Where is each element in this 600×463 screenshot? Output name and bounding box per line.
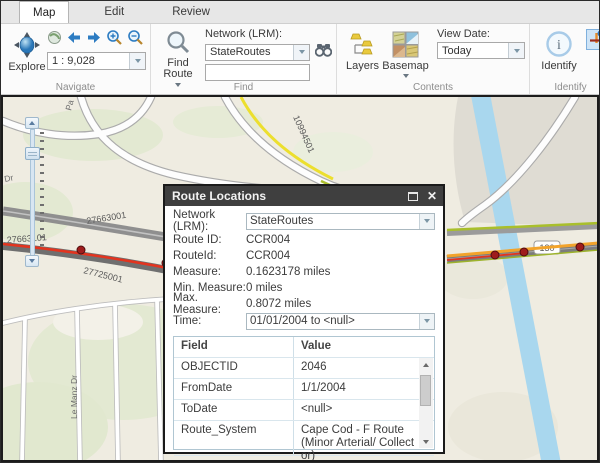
table-header-row: Field Value [174,337,434,358]
binoculars-icon[interactable] [315,42,332,62]
field-label-measure: Measure: [173,266,246,278]
tab-review[interactable]: Review [159,1,223,23]
network-combo-arrow[interactable] [419,214,434,229]
time-combo[interactable]: 01/01/2004 to <null> [246,313,435,330]
field-value-measure: 0.1623178 miles [246,266,435,278]
close-icon[interactable]: ✕ [427,191,437,201]
full-extent-icon[interactable] [47,30,62,50]
identify-button[interactable]: i Identify [540,30,578,72]
group-contents: Layers Basemap [337,24,530,94]
network-lrm-label: Network (LRM): [205,28,332,40]
explore-icon [13,31,41,62]
identify-route-locations-icon: i [588,29,600,51]
dialog-body: Network (LRM): StateRoutes Route ID: CCR… [165,206,443,454]
fixed-zoom-out-icon[interactable] [127,29,144,51]
identify-route-locations-button[interactable]: i [586,29,600,50]
svg-text:i: i [557,38,561,53]
field-value-max-measure: 0.8072 miles [246,298,435,310]
scrollbar-up-arrow[interactable] [419,358,433,371]
basemap-button[interactable]: Basemap [382,31,429,78]
table-scrollbar[interactable] [419,358,433,448]
table-row[interactable]: Route_System Cape Cod - F Route (Minor A… [174,421,434,456]
maximize-icon[interactable] [408,192,418,201]
scale-dropdown-arrow[interactable] [129,53,145,69]
basemap-icon [392,31,419,61]
attribute-table: Field Value OBJECTID 2046 FromDate 1/1/2… [173,336,435,450]
previous-extent-icon[interactable] [66,31,82,49]
street-label-partial-dr: Dr [3,172,14,184]
field-value-routeid: CCR004 [246,250,435,262]
layers-icon [349,31,376,61]
zoom-slider-up-button[interactable] [25,117,39,129]
next-extent-icon[interactable] [86,31,102,49]
column-header-value: Value [294,337,434,357]
route-locations-dialog: Route Locations ✕ Network (LRM): StateRo… [163,184,445,454]
field-label-route-id: Route ID: [173,234,246,246]
time-combo-arrow[interactable] [419,314,434,329]
group-navigate: Explore [1,24,151,94]
field-label-network: Network (LRM): [173,209,246,233]
find-route-icon [166,30,191,58]
field-value-min-measure: 0 miles [246,282,435,294]
tab-edit[interactable]: Edit [91,1,137,23]
tab-map[interactable]: Map [19,1,69,23]
map-scale-combo[interactable]: 1 : 9,028 [47,52,146,70]
zoom-slider-thumb[interactable] [25,147,40,160]
zoom-slider-down-button[interactable] [25,255,39,267]
table-row[interactable]: OBJECTID 2046 [174,358,434,379]
view-date-combo[interactable]: Today [437,42,525,59]
fixed-zoom-in-icon[interactable] [106,29,123,51]
app-window: Map Edit Review Explore [0,0,600,463]
explore-button[interactable]: Explore [7,31,47,73]
scrollbar-thumb[interactable] [420,375,431,406]
ribbon-tabstrip: Map Edit Review [1,1,599,24]
find-route-search-input[interactable] [205,64,310,81]
field-value-route-id: CCR004 [246,234,435,246]
network-lrm-combo[interactable]: StateRoutes [205,44,310,61]
view-date-label: View Date: [437,28,525,40]
table-row[interactable]: ToDate <null> [174,400,434,421]
dialog-title: Route Locations [172,189,408,203]
network-dropdown-arrow[interactable] [293,45,309,60]
network-combo[interactable]: StateRoutes [246,213,435,230]
group-identify: i Identify i Identify [530,24,600,94]
ribbon: Explore [1,24,599,95]
map-viewport[interactable]: 130 27663001 27663101 27725001 10994501 … [1,95,599,462]
find-route-button[interactable]: Find Route [157,30,199,87]
basemap-dropdown-arrow[interactable] [403,74,409,78]
scrollbar-down-arrow[interactable] [419,435,433,448]
zoom-slider-ticks [40,132,44,252]
identify-icon: i [545,30,573,61]
layers-button[interactable]: Layers [343,31,382,72]
table-row[interactable]: FromDate 1/1/2004 [174,379,434,400]
street-label-le-manz-dr: Le Manz Dr [69,375,79,419]
view-date-dropdown-arrow[interactable] [508,43,524,58]
map-zoom-slider [25,117,47,267]
column-header-field: Field [174,337,294,357]
street-label-partial-pa: Pa [63,99,75,112]
field-label-routeid: RouteId: [173,250,246,262]
route-label-27725001: 27725001 [83,265,124,284]
field-label-max-measure: Max. Measure: [173,292,246,316]
group-find: Find Route Network (LRM): StateRoutes [151,24,337,94]
field-label-time: Time: [173,315,246,327]
road-olive-right [447,223,599,233]
dialog-titlebar[interactable]: Route Locations ✕ [165,186,443,206]
